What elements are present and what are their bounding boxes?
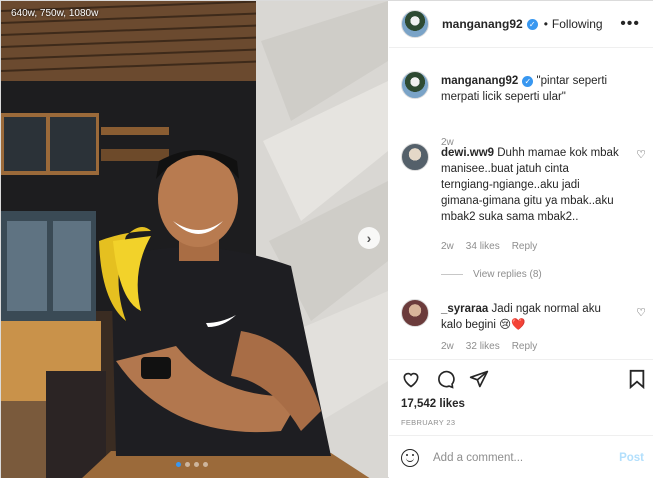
view-replies-label: View replies (8) xyxy=(473,269,542,280)
chevron-right-icon: › xyxy=(366,230,372,246)
carousel-dot xyxy=(176,462,181,467)
replies-divider xyxy=(441,274,463,275)
comment-age: 2w xyxy=(441,241,454,252)
comment-meta: 2w 32 likes Reply xyxy=(441,341,537,352)
carousel-indicator xyxy=(176,462,208,467)
comment-username[interactable]: _syraraa xyxy=(441,303,488,315)
caption-username[interactable]: manganang92 xyxy=(441,75,518,87)
comment-likes[interactable]: 32 likes xyxy=(466,341,500,352)
carousel-dot xyxy=(185,462,190,467)
like-comment-heart-icon[interactable]: ♡ xyxy=(636,306,646,319)
comment-input[interactable] xyxy=(433,451,603,464)
bookmark-icon[interactable] xyxy=(628,369,646,389)
following-button[interactable]: Following xyxy=(552,17,603,31)
share-icon[interactable] xyxy=(469,369,489,389)
comment-age: 2w xyxy=(441,341,454,352)
post-header: manganang92 ✓ • Following ••• xyxy=(389,1,653,48)
carousel-dot xyxy=(194,462,199,467)
comment-username[interactable]: dewi.ww9 xyxy=(441,147,494,159)
comment-likes[interactable]: 34 likes xyxy=(466,241,500,252)
carousel-dot xyxy=(203,462,208,467)
like-comment-heart-icon[interactable]: ♡ xyxy=(636,148,646,161)
reply-button[interactable]: Reply xyxy=(512,241,538,252)
caption-text: manganang92 ✓ "pintar seperti merpati lic… xyxy=(441,73,631,105)
photo-illustration xyxy=(1,1,388,478)
post-comment-button[interactable]: Post xyxy=(619,452,644,464)
image-size-hint: 640w, 750w, 1080w xyxy=(11,8,99,19)
action-icons xyxy=(401,369,489,389)
separator-dot: • xyxy=(543,17,548,31)
view-replies-button[interactable]: View replies (8) xyxy=(441,269,542,280)
comments-list[interactable]: manganang92 ✓ "pintar seperti merpati lic… xyxy=(389,49,653,359)
comment-text: dewi.ww9 Duhh mamae kok mbak manisee..bu… xyxy=(441,145,621,225)
emoji-icon[interactable] xyxy=(401,448,419,467)
author-username[interactable]: manganang92 xyxy=(442,17,523,31)
instagram-post: 640w, 750w, 1080w › manganang92 ✓ • Foll… xyxy=(0,0,653,478)
like-count[interactable]: 17,542 likes xyxy=(401,398,465,410)
commenter-avatar[interactable] xyxy=(401,299,429,327)
comment-meta: 2w 34 likes Reply xyxy=(441,241,537,252)
heart-icon[interactable] xyxy=(401,369,421,389)
reply-button[interactable]: Reply xyxy=(512,341,538,352)
post-actions: 17,542 likes FEBRUARY 23 xyxy=(389,359,653,435)
comment-text: _syraraa Jadi ngak normal aku kalo begin… xyxy=(441,301,621,333)
ellipsis-icon[interactable]: ••• xyxy=(620,15,640,33)
post-photo[interactable]: 640w, 750w, 1080w › xyxy=(1,1,388,478)
post-side-panel: manganang92 ✓ • Following ••• manganang9… xyxy=(389,1,653,478)
next-photo-button[interactable]: › xyxy=(358,227,380,249)
commenter-avatar[interactable] xyxy=(401,143,429,171)
add-comment-bar: Post xyxy=(389,435,653,478)
author-avatar[interactable] xyxy=(401,71,429,99)
author-avatar[interactable] xyxy=(401,10,429,38)
verified-badge-icon: ✓ xyxy=(522,76,534,87)
post-date: FEBRUARY 23 xyxy=(401,418,456,427)
comment-icon[interactable] xyxy=(435,369,455,389)
verified-badge-icon: ✓ xyxy=(526,18,538,30)
